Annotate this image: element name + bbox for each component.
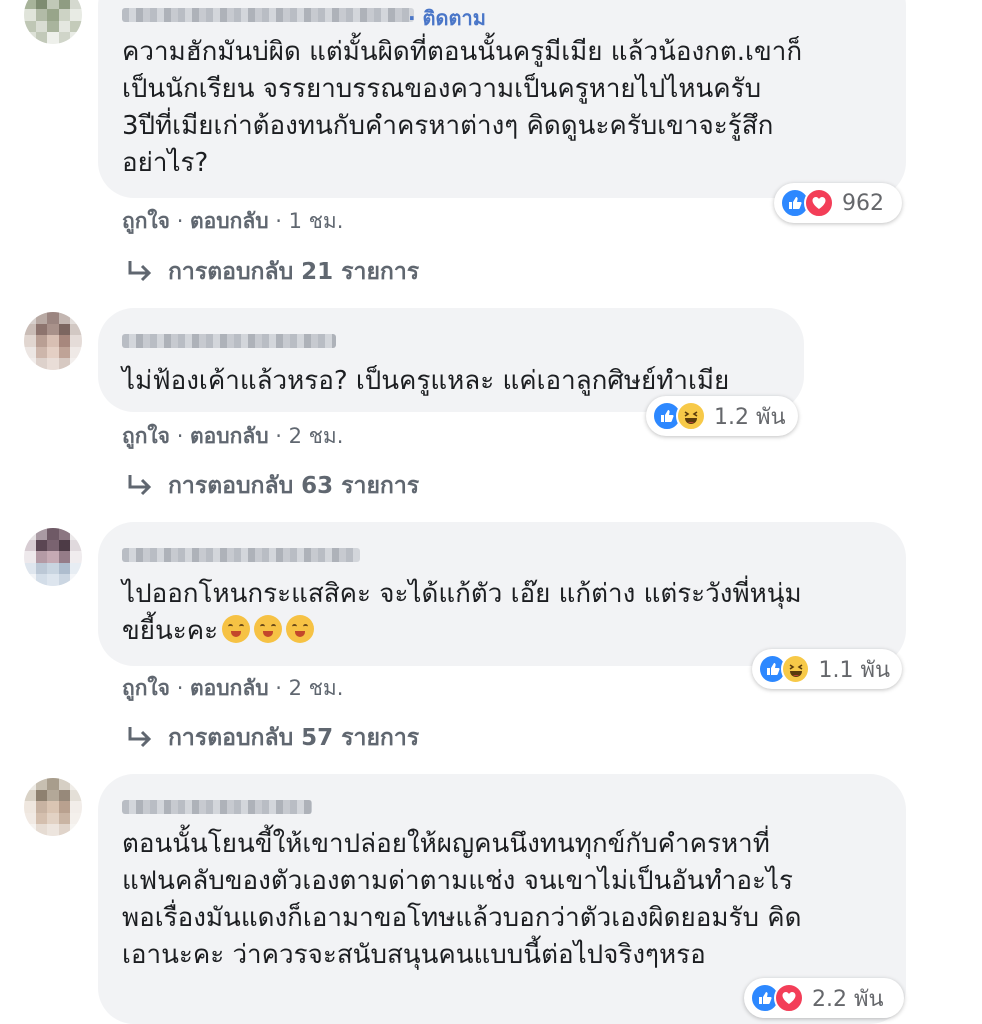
like-button[interactable]: ถูกใจ [122, 676, 170, 700]
smile-emoji [286, 615, 315, 643]
avatar[interactable] [24, 312, 82, 370]
reaction-summary[interactable]: 1.1 พัน [752, 649, 902, 689]
commenter-name[interactable] [122, 8, 414, 22]
reply-button[interactable]: ตอบกลับ [190, 209, 269, 233]
haha-icon [676, 401, 706, 431]
follow-link[interactable]: · ติดตาม [408, 2, 486, 34]
comment-actions: ถูกใจ · ตอบกลับ · 2 ชม. [122, 672, 343, 705]
reaction-summary[interactable]: 962 [774, 183, 902, 223]
replies-count-label[interactable]: การตอบกลับ 57 รายการ [168, 720, 419, 756]
commenter-name[interactable] [122, 334, 336, 348]
like-button[interactable]: ถูกใจ [122, 209, 170, 233]
separator: · [275, 676, 289, 700]
love-icon [774, 983, 804, 1013]
reaction-count: 1.1 พัน [818, 657, 890, 683]
timestamp[interactable]: 2 ชม. [289, 676, 344, 700]
avatar[interactable] [24, 528, 82, 586]
reply-button[interactable]: ตอบกลับ [190, 676, 269, 700]
reaction-summary[interactable]: 1.2 พัน [646, 396, 798, 436]
timestamp[interactable]: 2 ชม. [289, 424, 344, 448]
comment-text: ตอนนั้นโยนขี้ให้เขาปล่อยให้ผญคนนึงทนทุกข… [122, 829, 802, 970]
reply-arrow-icon [128, 727, 152, 748]
separator: · [275, 209, 289, 233]
replies-count-label[interactable]: การตอบกลับ 63 รายการ [168, 468, 419, 504]
reaction-summary[interactable]: 2.2 พัน [744, 978, 904, 1018]
separator: · [275, 424, 289, 448]
separator: · [176, 676, 191, 700]
reaction-count: 962 [842, 190, 884, 216]
comment-text: ความฮักมันบ่ผิด แต่มั้นผิดที่ตอนนั้นครูม… [122, 37, 803, 178]
separator: · [176, 424, 191, 448]
reaction-count: 2.2 พัน [812, 986, 884, 1012]
view-replies-link[interactable]: การตอบกลับ 21 รายการ [126, 254, 419, 290]
view-replies-link[interactable]: การตอบกลับ 57 รายการ [126, 720, 419, 756]
comment-actions: ถูกใจ · ตอบกลับ · 1 ชม. [122, 205, 343, 238]
avatar[interactable] [24, 0, 82, 44]
separator: · [176, 209, 191, 233]
timestamp[interactable]: 1 ชม. [289, 209, 344, 233]
commenter-name[interactable] [122, 800, 312, 814]
smile-emoji [222, 615, 251, 643]
comment-actions: ถูกใจ · ตอบกลับ · 2 ชม. [122, 420, 343, 453]
reaction-count: 1.2 พัน [714, 404, 786, 430]
replies-count-label[interactable]: การตอบกลับ 21 รายการ [168, 254, 419, 290]
love-icon [804, 188, 834, 218]
comment-text: ไม่ฟ้องเค้าแล้วหรอ? เป็นครูแหละ แค่เอาลู… [122, 366, 730, 396]
reply-arrow-icon [128, 261, 152, 282]
haha-icon [781, 654, 811, 684]
view-replies-link[interactable]: การตอบกลับ 63 รายการ [126, 468, 419, 504]
reply-button[interactable]: ตอบกลับ [190, 424, 269, 448]
comment-text: ไปออกโหนกระแสสิคะ จะได้แก้ตัว เอ๊ย แก้ต่… [122, 576, 892, 650]
smile-emoji [254, 615, 283, 643]
avatar[interactable] [24, 778, 82, 836]
like-button[interactable]: ถูกใจ [122, 424, 170, 448]
commenter-name[interactable] [122, 548, 360, 562]
reply-arrow-icon [128, 475, 152, 496]
